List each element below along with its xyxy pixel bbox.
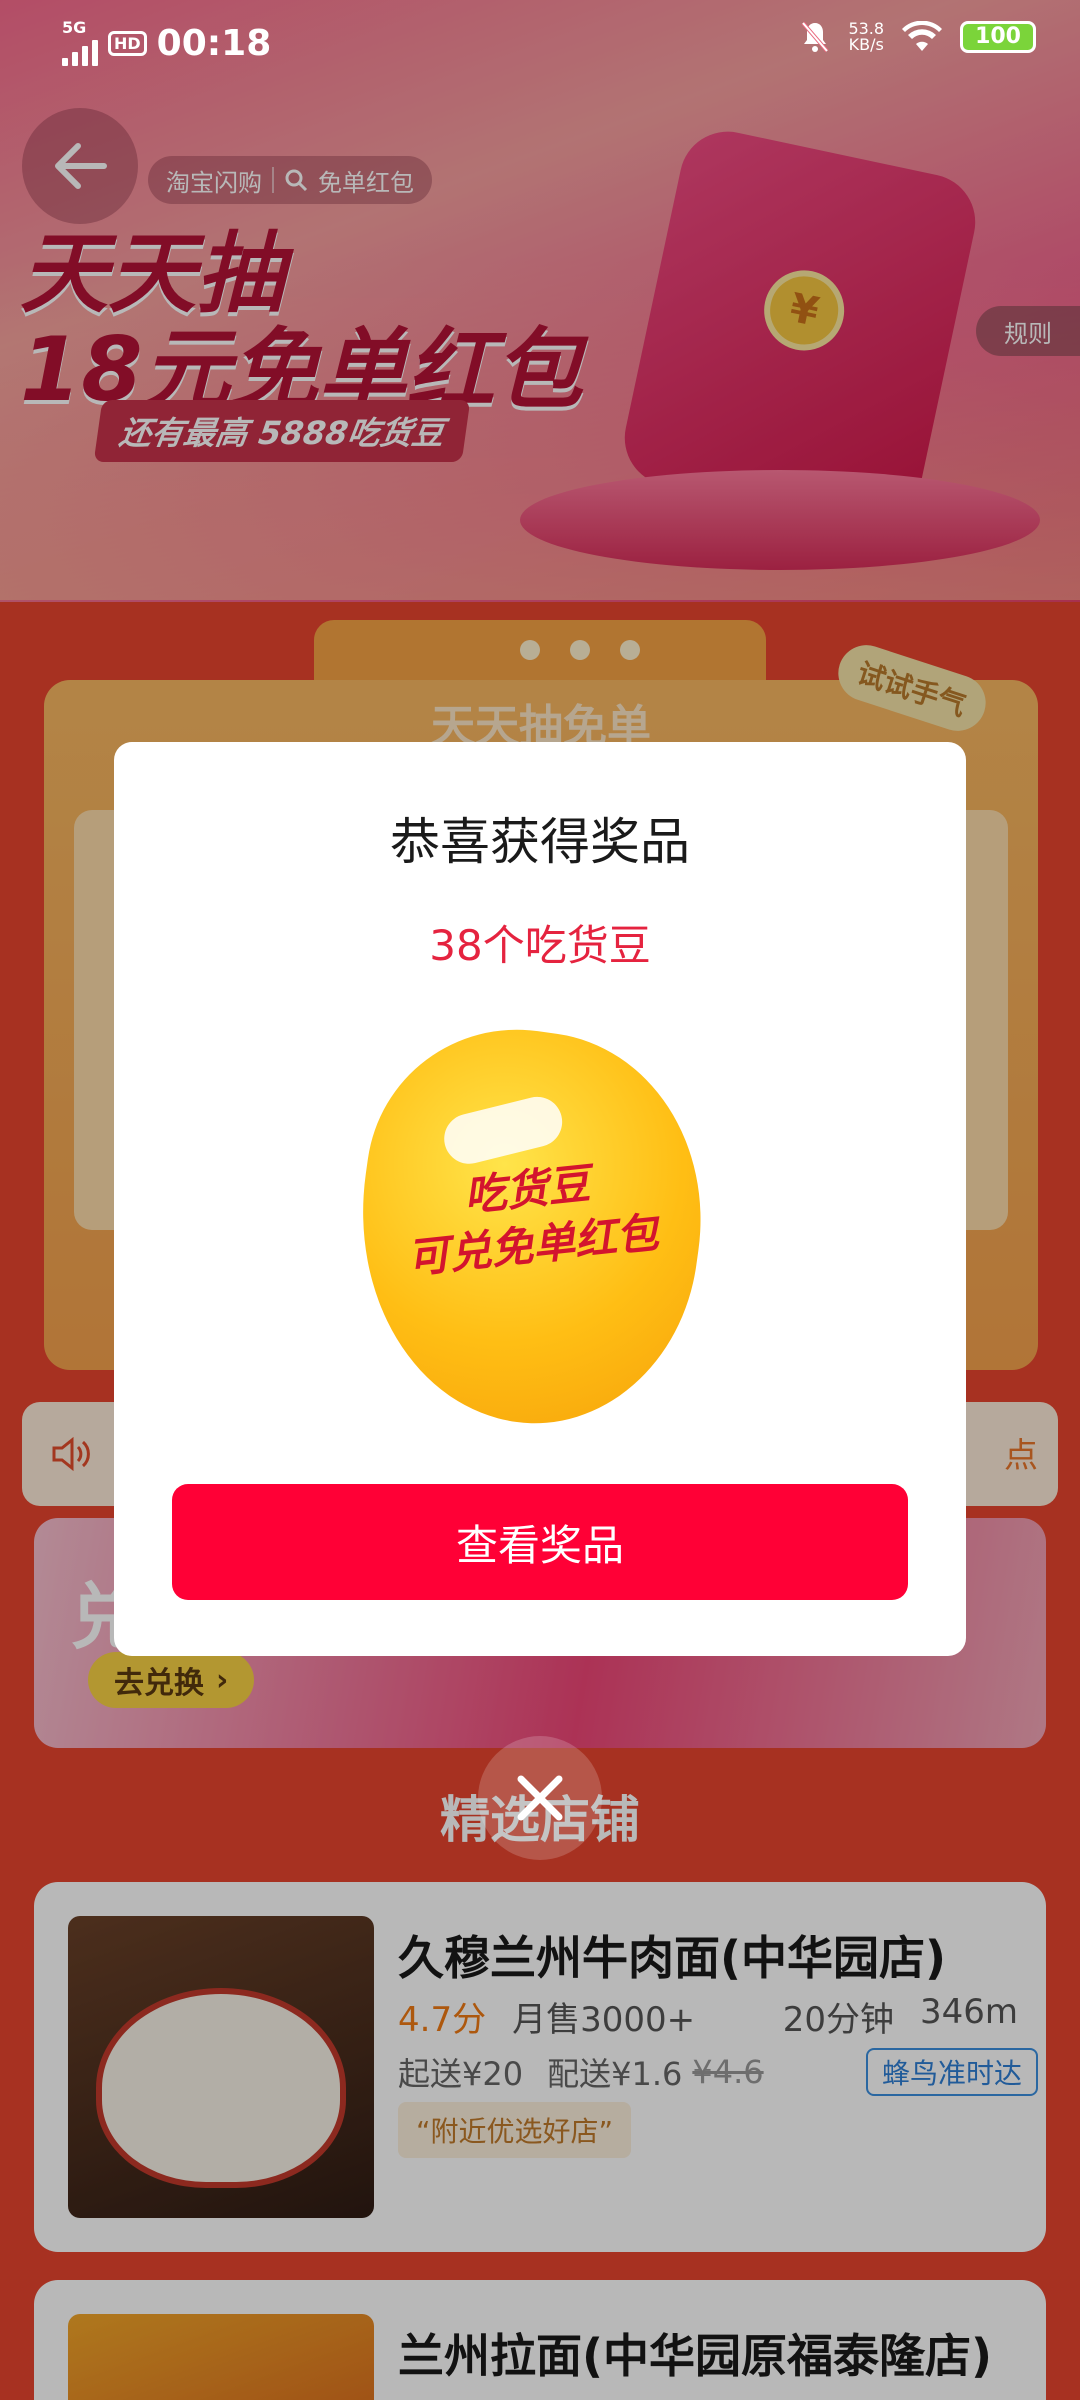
close-icon xyxy=(517,1775,563,1821)
prize-modal: 恭喜获得奖品 38个吃货豆 吃货豆 可兑免单红包 查看奖品 xyxy=(114,742,966,1656)
page: ¥ 天天抽 18元免单红包 还有最高 5888吃货豆 5G HD 00:18 5… xyxy=(0,0,1080,2400)
modal-prize: 38个吃货豆 xyxy=(429,921,651,970)
net-speed: 53.8 KB/s xyxy=(848,21,884,53)
wifi-icon xyxy=(902,21,943,51)
net-speed-unit: KB/s xyxy=(848,35,884,54)
clock: 00:18 xyxy=(156,22,272,64)
status-bar: 5G HD 00:18 53.8 KB/s 100 xyxy=(0,0,1080,86)
view-prize-button[interactable]: 查看奖品 xyxy=(172,1484,908,1600)
modal-title: 恭喜获得奖品 xyxy=(390,813,690,871)
network-type: 5G xyxy=(62,18,87,37)
mute-bell-icon xyxy=(801,21,829,53)
close-button[interactable] xyxy=(478,1736,602,1860)
hd-icon: HD xyxy=(108,30,147,56)
signal-icon xyxy=(62,36,98,66)
battery-icon: 100 xyxy=(960,21,1036,53)
